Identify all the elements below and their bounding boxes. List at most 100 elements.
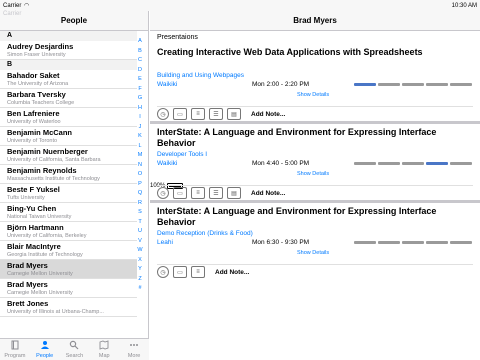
document-icon[interactable]: ≡	[191, 187, 205, 199]
indicator-segment	[402, 83, 424, 86]
action-bar: ◷ ▭ ≡ ☰ ▤ Add Note...	[157, 185, 473, 200]
index-letter[interactable]: F	[138, 85, 141, 95]
tab-map[interactable]: Map	[90, 340, 118, 359]
index-letter[interactable]: G	[138, 94, 142, 104]
clock-icon[interactable]: ◷	[157, 187, 169, 199]
status-bar: Carrier ◠ 10:30 AM 100%	[0, 0, 480, 189]
person-name: Brett Jones	[7, 299, 49, 308]
index-letter[interactable]: E	[138, 75, 142, 85]
show-details-link[interactable]: Show Details	[297, 250, 329, 256]
session-link[interactable]: Building and Using Webpages	[157, 72, 244, 79]
list-item[interactable]: Ben Lafreniere University of Waterloo	[0, 108, 137, 127]
list-item[interactable]: Benjamin Nuernberger University of Califo…	[0, 146, 137, 165]
list-item[interactable]: Blair MacIntyre Georgia Institute of Tech…	[0, 241, 137, 260]
add-note-button[interactable]: Add Note...	[251, 190, 285, 197]
index-letter[interactable]: W	[137, 246, 142, 256]
index-letter[interactable]: V	[138, 237, 142, 247]
list-item[interactable]: Benjamin McCann University of Toronto	[0, 127, 137, 146]
add-note-button[interactable]: Add Note...	[215, 269, 249, 276]
people-list[interactable]: A Audrey Desjardins Simon Fraser Universit…	[0, 31, 137, 317]
day-indicator	[354, 162, 472, 165]
tab-program[interactable]: Program	[1, 340, 29, 359]
list-item[interactable]: Barbara Tversky Columbia Teachers College	[0, 89, 137, 108]
presentations-heading: Presentaions	[157, 34, 198, 41]
add-note-button[interactable]: Add Note...	[251, 111, 285, 118]
index-letter[interactable]: Z	[138, 275, 141, 285]
indicator-segment	[354, 83, 376, 86]
index-letter[interactable]: P	[138, 180, 142, 190]
index-letter[interactable]: C	[138, 56, 142, 66]
index-letter[interactable]: J	[139, 123, 142, 133]
index-letter[interactable]: #	[138, 284, 141, 294]
index-letter[interactable]: S	[138, 208, 142, 218]
index-letter[interactable]: I	[139, 113, 141, 123]
show-details-link[interactable]: Show Details	[297, 92, 329, 98]
ghost-label: Carrier	[3, 11, 22, 17]
index-letter[interactable]: K	[138, 132, 142, 142]
tab-search[interactable]: Search	[60, 340, 88, 359]
presentation-card: Creating Interactive Web Data Applicatio…	[150, 44, 480, 124]
person-name: Brad Myers	[7, 280, 48, 289]
location-link[interactable]: Leahi	[157, 239, 173, 246]
list-item[interactable]: Brad Myers Carnegie Mellon University	[0, 260, 137, 279]
index-letter[interactable]: H	[138, 104, 142, 114]
index-letter[interactable]: Q	[138, 189, 142, 199]
indicator-segment	[354, 241, 376, 244]
detail-title: Brad Myers	[150, 11, 480, 31]
list-item[interactable]: Benjamin Reynolds Massachusetts Institute…	[0, 165, 137, 184]
index-letter[interactable]: Y	[138, 265, 142, 275]
notes-icon[interactable]: ☰	[209, 108, 223, 120]
person-name: Benjamin Nuernberger	[7, 147, 88, 156]
location-link[interactable]: Waikiki	[157, 81, 177, 88]
day-indicator	[354, 241, 472, 244]
index-letter[interactable]: R	[138, 199, 142, 209]
person-affiliation: Simon Fraser University	[7, 52, 66, 58]
location-link[interactable]: Waikiki	[157, 160, 177, 167]
index-letter[interactable]: X	[138, 256, 142, 266]
index-letter[interactable]: B	[138, 47, 142, 57]
session-link[interactable]: Demo Reception (Drinks & Food)	[157, 230, 253, 237]
index-letter[interactable]: T	[138, 218, 141, 228]
inbox-icon[interactable]: ▭	[173, 266, 187, 278]
person-affiliation: University of California, Berkeley	[7, 233, 87, 239]
presentation-title[interactable]: InterState: A Language and Environment f…	[157, 124, 473, 149]
person-icon	[40, 340, 50, 353]
document-icon[interactable]: ≡	[191, 108, 205, 120]
list-item[interactable]: Brad Myers Carnegie Mellon University	[0, 279, 137, 298]
index-letter[interactable]: D	[138, 66, 142, 76]
person-affiliation: Massachusetts Institute of Technology	[7, 176, 100, 182]
index-letter[interactable]: L	[138, 142, 141, 152]
film-icon[interactable]: ▤	[227, 108, 241, 120]
list-item[interactable]: Bahador Saket The University of Arizona	[0, 70, 137, 89]
document-icon[interactable]: ≡	[191, 266, 205, 278]
tab-people[interactable]: People	[31, 340, 59, 359]
clock-icon[interactable]: ◷	[157, 266, 169, 278]
show-details-link[interactable]: Show Details	[297, 171, 329, 177]
list-item[interactable]: Brett Jones University of Illinois at Urb…	[0, 298, 137, 317]
clock-icon[interactable]: ◷	[157, 108, 169, 120]
presentation-title[interactable]: Creating Interactive Web Data Applicatio…	[157, 44, 473, 58]
index-letter[interactable]: N	[138, 161, 142, 171]
list-item[interactable]: Björn Hartmann University of California, …	[0, 222, 137, 241]
notes-icon[interactable]: ☰	[209, 187, 223, 199]
index-letter[interactable]: A	[138, 37, 142, 47]
inbox-icon[interactable]: ▭	[173, 187, 187, 199]
tab-more[interactable]: More	[120, 340, 148, 359]
session-link[interactable]: Developer Tools I	[157, 151, 207, 158]
list-item[interactable]: Beste F Yuksel Tufts University	[0, 184, 137, 203]
list-item[interactable]: Audrey Desjardins Simon Fraser University	[0, 41, 137, 60]
index-letter[interactable]: O	[138, 170, 142, 180]
list-item[interactable]: Bing-Yu Chen National Taiwan University	[0, 203, 137, 222]
person-affiliation: Georgia Institute of Technology	[7, 252, 83, 258]
presentation-info: Developer Tools I Waikiki Mon 4:40 - 5:00 …	[157, 149, 473, 185]
film-icon[interactable]: ▤	[227, 187, 241, 199]
index-letter[interactable]: U	[138, 227, 142, 237]
person-affiliation: The University of Arizona	[7, 81, 69, 87]
presentation-title[interactable]: InterState: A Language and Environment f…	[157, 203, 473, 228]
section-index[interactable]: A B C D E F G H I J K L M N O P Q R S T U V W X Y Z #	[135, 37, 145, 294]
inbox-icon[interactable]: ▭	[173, 108, 187, 120]
index-letter[interactable]: M	[138, 151, 143, 161]
person-name: Björn Hartmann	[7, 223, 64, 232]
tab-label: Search	[65, 353, 84, 359]
person-affiliation: National Taiwan University	[7, 214, 72, 220]
